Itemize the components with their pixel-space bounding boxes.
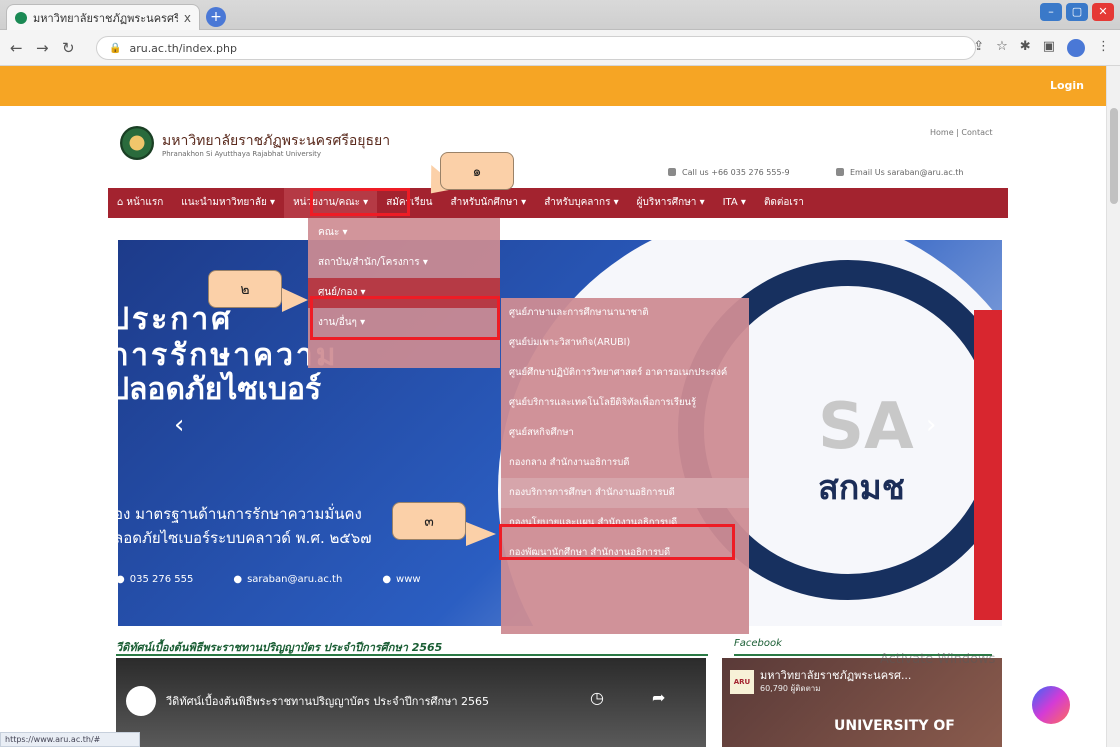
submenu-item[interactable]: ศูนย์สหกิจศึกษา (501, 418, 749, 448)
university-name-en: Phranakhon Si Ayutthaya Rajabhat Univers… (162, 150, 322, 158)
ncsa-logo: SA (818, 390, 914, 464)
submenu-item-academic-services[interactable]: กองบริการการศึกษา สำนักงานอธิการบดี (501, 478, 749, 508)
hero-red-strip (974, 310, 1002, 620)
callout-tail-2 (282, 288, 308, 312)
browser-toolbar: ← → ↻ 🔒 aru.ac.th/index.php ⇪ ☆ ✱ ▣ ⋮ (0, 30, 1120, 66)
callout-step-2: ๒ (208, 270, 282, 308)
forward-arrow-icon[interactable]: → (36, 39, 49, 57)
highlight-box-2 (310, 296, 500, 340)
centers-submenu: ศูนย์ภาษาและการศึกษานานาชาติ ศูนย์บ่มเพา… (501, 298, 749, 634)
tab-title: มหาวิทยาลัยราชภัฏพระนครศรีอยุธยา (33, 11, 178, 25)
extensions-icon[interactable]: ✱ (1020, 39, 1031, 57)
site-header: มหาวิทยาลัยราชภัฏพระนครศรีอยุธยา Phranak… (0, 106, 1106, 182)
chevron-right-icon[interactable]: › (926, 410, 936, 440)
call-us: Call us +66 035 276 555-9 (668, 168, 790, 177)
login-link[interactable]: Login (1050, 79, 1084, 92)
back-arrow-icon[interactable]: ← (10, 39, 23, 57)
callout-tail-3 (466, 522, 496, 546)
nav-executives[interactable]: ผู้บริหารศึกษา ▾ (628, 188, 714, 218)
hero-contacts: 035 276 555 saraban@aru.ac.th www (118, 574, 421, 585)
profile-avatar[interactable] (1067, 39, 1085, 57)
highlight-box-1 (310, 188, 410, 216)
facebook-followers: 60,790 ผู้ติดตาม (760, 684, 821, 693)
menu-kebab-icon[interactable]: ⋮ (1097, 39, 1110, 57)
callout-step-1: ๑ (440, 152, 514, 190)
hero-subtitle-1: อง มาตรฐานด้านการรักษาความมั่นคง (118, 505, 362, 523)
status-bar-url: https://www.aru.ac.th/# (0, 732, 140, 747)
watch-later-icon[interactable]: ◷ (590, 688, 604, 707)
browser-tab[interactable]: มหาวิทยาลัยราชภัฏพระนครศรีอยุธยา x (6, 4, 200, 30)
email-us[interactable]: Email Us saraban@aru.ac.th (836, 168, 963, 177)
nav-contact[interactable]: ติดต่อเรา (755, 188, 813, 218)
window-controls: – ▢ ✕ (1040, 3, 1114, 21)
dropdown-item-faculties[interactable]: คณะ ▾ (308, 218, 500, 248)
submenu-item[interactable]: ศูนย์ภาษาและการศึกษานานาชาติ (501, 298, 749, 328)
facebook-page-logo[interactable]: ARU (730, 670, 754, 694)
departments-dropdown: คณะ ▾ สถาบัน/สำนัก/โครงการ ▾ ศูนย์/กอง ▾… (308, 218, 500, 368)
messenger-icon[interactable] (1032, 686, 1070, 724)
hero-subtitle-2: ลอดภัยไซเบอร์ระบบคลาวด์ พ.ศ. ๒๕๖๗ (118, 529, 372, 547)
lock-icon: 🔒 (109, 42, 122, 54)
channel-avatar[interactable] (126, 686, 156, 716)
video-title-underline (116, 654, 708, 656)
dropdown-item-institutes[interactable]: สถาบัน/สำนัก/โครงการ ▾ (308, 248, 500, 278)
activate-windows-watermark: Activate Windows (880, 652, 996, 667)
site-favicon-icon (15, 11, 27, 24)
top-bar: Login (0, 66, 1106, 106)
main-nav: หน้าแรก แนะนำมหาวิทยาลัย ▾ หน่วยงาน/คณะ … (108, 188, 1008, 218)
minimize-button[interactable]: – (1040, 3, 1062, 21)
scrollbar-thumb[interactable] (1110, 108, 1118, 204)
ncsa-logo-text: SA (818, 390, 914, 464)
browser-tabstrip: มหาวิทยาลัยราชภัฏพระนครศรีอยุธยา x + – ▢… (0, 0, 1120, 30)
toolbar-icons: ⇪ ☆ ✱ ▣ ⋮ (973, 39, 1110, 57)
highlight-box-3 (499, 524, 735, 560)
facebook-page-widget[interactable]: ARU มหาวิทยาลัยราชภัฏพระนครศ... 60,790 ผ… (722, 658, 1002, 747)
new-tab-button[interactable]: + (206, 7, 226, 27)
maximize-button[interactable]: ▢ (1066, 3, 1088, 21)
chevron-left-icon[interactable]: ‹ (174, 410, 184, 440)
video-player[interactable]: วีดิทัศน์เบื้องต้นพิธีพระราชทานปริญญาบัต… (116, 658, 706, 747)
callout-step-3: ๓ (392, 502, 466, 540)
university-name-th[interactable]: มหาวิทยาลัยราชภัฏพระนครศรีอยุธยา (162, 130, 390, 152)
ncsa-logo-th: สกมช (818, 468, 905, 508)
nav-ita[interactable]: ITA ▾ (714, 188, 755, 218)
reload-icon[interactable]: ↻ (62, 39, 75, 57)
hero-email: saraban@aru.ac.th (233, 574, 342, 585)
nav-students[interactable]: สำหรับนักศึกษา ▾ (441, 188, 535, 218)
share-arrow-icon[interactable]: ➦ (652, 688, 665, 707)
address-bar[interactable]: 🔒 aru.ac.th/index.php (96, 36, 976, 60)
submenu-item[interactable]: ศูนย์บ่มเพาะวิสาหกิจ(ARUBI) (501, 328, 749, 358)
close-window-button[interactable]: ✕ (1092, 3, 1114, 21)
sidebar-icon[interactable]: ▣ (1043, 39, 1055, 57)
address-url: aru.ac.th/index.php (129, 41, 237, 55)
nav-home[interactable]: หน้าแรก (108, 188, 172, 218)
facebook-banner-text: UNIVERSITY OF (834, 718, 955, 734)
share-icon[interactable]: ⇪ (973, 39, 984, 57)
page-scrollbar[interactable] (1106, 66, 1120, 747)
submenu-item[interactable]: ศูนย์ศึกษาปฏิบัติการวิทยาศาสตร์ อาคารอเน… (501, 358, 749, 388)
university-logo[interactable] (120, 126, 154, 160)
video-caption[interactable]: วีดิทัศน์เบื้องต้นพิธีพระราชทานปริญญาบัต… (166, 692, 489, 710)
nav-about[interactable]: แนะนำมหาวิทยาลัย ▾ (172, 188, 284, 218)
web-page: Login มหาวิทยาลัยราชภัฏพระนครศรีอยุธยา P… (0, 66, 1106, 747)
hero-web: www (382, 574, 421, 585)
hero-headline-3: ปลอดภัยไซเบอร์ (118, 372, 322, 407)
hero-phone: 035 276 555 (118, 574, 194, 585)
top-links[interactable]: Home | Contact (930, 128, 993, 137)
nav-staff[interactable]: สำหรับบุคลากร ▾ (535, 188, 627, 218)
submenu-item[interactable]: ศูนย์บริการและเทคโนโลยีดิจิทัลเพื่อการเร… (501, 388, 749, 418)
facebook-section-title: Facebook (734, 638, 782, 649)
submenu-item[interactable]: กองกลาง สำนักงานอธิการบดี (501, 448, 749, 478)
bookmark-star-icon[interactable]: ☆ (996, 39, 1008, 57)
tab-close-icon[interactable]: x (184, 11, 191, 25)
